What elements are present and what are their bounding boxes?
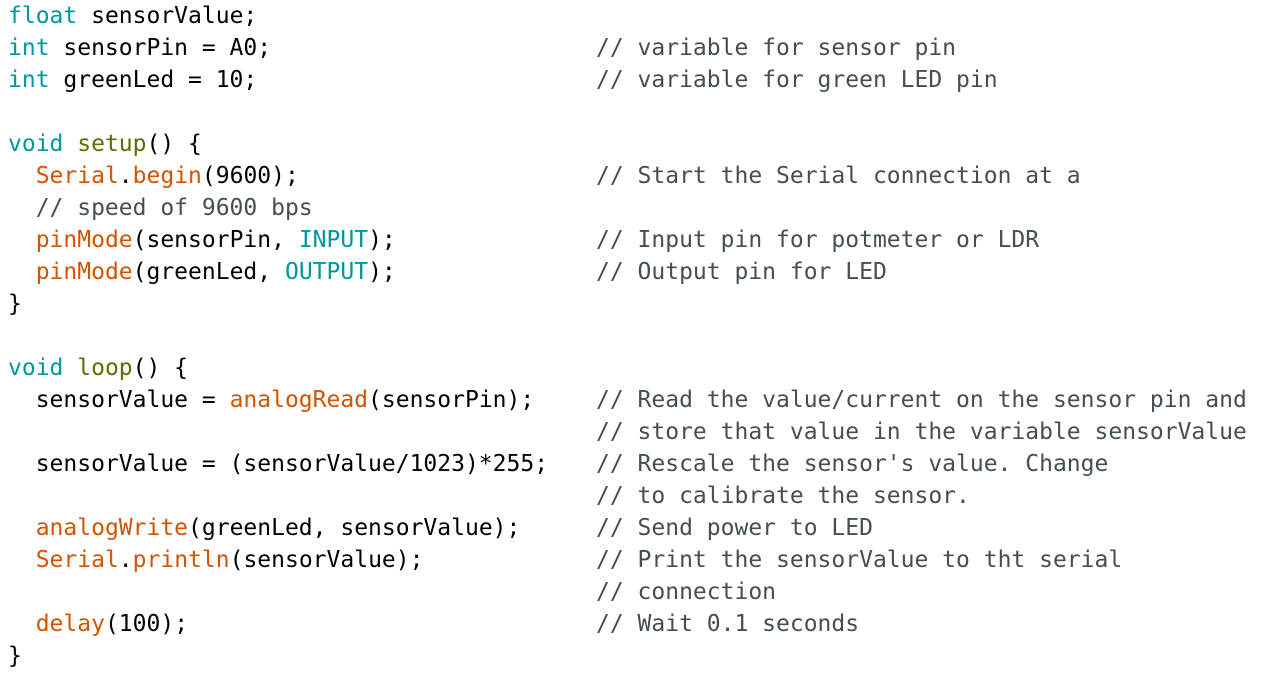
code-token: void xyxy=(8,355,64,381)
code-comment: // Wait 0.1 seconds xyxy=(596,611,860,637)
code-comment: // Send power to LED xyxy=(596,515,873,541)
code-token: (sensorValue); xyxy=(229,547,424,573)
code-comment: // Rescale the sensor's value. Change xyxy=(596,451,1109,477)
code-token: void xyxy=(8,131,64,157)
code-token: (100); xyxy=(104,611,189,637)
code-comment: // store that value in the variable sens… xyxy=(596,419,1247,445)
code-line[interactable]: Serial.begin(9600); // Start the Serial c… xyxy=(0,160,1278,192)
code-token: Serial xyxy=(35,163,119,189)
code-line[interactable]: int greenLed = 10; // variable for green … xyxy=(0,64,1278,96)
code-text: sensorValue = analogRead(sensorPin); xyxy=(8,384,535,416)
code-comment: // Input pin for potmeter or LDR xyxy=(596,227,1040,253)
code-token: sensorValue = xyxy=(8,387,230,413)
code-token: greenLed = 10; xyxy=(49,67,258,93)
code-token: int xyxy=(8,35,50,61)
code-comment: // to calibrate the sensor. xyxy=(596,483,970,509)
code-line[interactable]: } xyxy=(0,288,1278,320)
code-comment: // Read the value/current on the sensor … xyxy=(596,387,1247,413)
code-text: pinMode(greenLed, OUTPUT); xyxy=(8,256,396,288)
code-token: (sensorPin); xyxy=(368,387,535,413)
code-text: pinMode(sensorPin, INPUT); xyxy=(8,224,396,256)
code-token: (greenLed, sensorValue); xyxy=(188,515,521,541)
code-token: . xyxy=(118,163,133,189)
code-line[interactable]: sensorValue = (sensorValue/1023)*255; // … xyxy=(0,448,1278,480)
code-token: } xyxy=(8,643,22,669)
code-line[interactable]: void setup() { xyxy=(0,128,1278,160)
code-text: int sensorPin = A0; xyxy=(8,32,271,64)
code-editor[interactable]: float sensorValue; int sensorPin = A0;// … xyxy=(0,0,1278,690)
code-text: float sensorValue; xyxy=(8,0,257,32)
code-comment: // Start the Serial connection at a xyxy=(596,163,1081,189)
code-line[interactable]: } xyxy=(0,640,1278,672)
code-token: pinMode xyxy=(35,227,133,253)
code-comment: // variable for green LED pin xyxy=(596,67,998,93)
code-line[interactable] xyxy=(0,320,1278,352)
code-text: int greenLed = 10; xyxy=(8,64,257,96)
code-text: sensorValue = (sensorValue/1023)*255; xyxy=(8,448,548,480)
code-line[interactable]: // speed of 9600 bps xyxy=(0,192,1278,224)
code-line[interactable]: sensorValue = analogRead(sensorPin); // R… xyxy=(0,384,1278,416)
code-comment: // Print the sensorValue to tht serial xyxy=(596,547,1123,573)
code-token: INPUT xyxy=(298,227,369,253)
code-text: void loop() { xyxy=(8,352,188,384)
code-token: . xyxy=(118,547,133,573)
code-line[interactable] xyxy=(0,96,1278,128)
code-token: ); xyxy=(368,259,396,285)
code-line[interactable]: delay(100); // Wait 0.1 seconds xyxy=(0,608,1278,640)
code-token: float xyxy=(8,3,78,29)
code-token: delay xyxy=(35,611,105,637)
code-token: sensorPin = A0; xyxy=(49,35,272,61)
code-line[interactable]: // to calibrate the sensor. xyxy=(0,480,1278,512)
code-line[interactable]: // store that value in the variable sens… xyxy=(0,416,1278,448)
code-token: setup xyxy=(77,131,147,157)
code-token: // speed of 9600 bps xyxy=(8,195,313,221)
code-token: pinMode xyxy=(35,259,133,285)
code-text: } xyxy=(8,288,22,320)
code-token: analogWrite xyxy=(35,515,189,541)
code-token: () { xyxy=(132,355,189,381)
code-token: Serial xyxy=(35,547,119,573)
code-token: } xyxy=(8,291,22,317)
code-token: sensorValue = (sensorValue/1023)*255; xyxy=(8,451,549,477)
code-token: int xyxy=(8,67,50,93)
code-token: OUTPUT xyxy=(284,259,369,285)
code-text: delay(100); xyxy=(8,608,188,640)
code-line[interactable]: int sensorPin = A0; // variable for senso… xyxy=(0,32,1278,64)
code-text: analogWrite(greenLed, sensorValue); xyxy=(8,512,521,544)
code-line[interactable]: pinMode(sensorPin, INPUT); // Input pin f… xyxy=(0,224,1278,256)
code-token: () { xyxy=(146,131,202,157)
code-comment: // Output pin for LED xyxy=(596,259,887,285)
code-token: (sensorPin, xyxy=(132,227,299,253)
code-token: begin xyxy=(132,163,202,189)
code-line[interactable]: analogWrite(greenLed, sensorValue); // Se… xyxy=(0,512,1278,544)
code-line[interactable]: pinMode(greenLed, OUTPUT); // Output pin … xyxy=(0,256,1278,288)
code-text: Serial.begin(9600); xyxy=(8,160,299,192)
code-token: println xyxy=(132,547,230,573)
code-text: } xyxy=(8,640,22,672)
code-text: void setup() { xyxy=(8,128,202,160)
code-token: loop xyxy=(77,355,133,381)
code-token: (9600); xyxy=(201,163,299,189)
code-line[interactable]: float sensorValue; xyxy=(0,0,1278,32)
code-comment: // variable for sensor pin xyxy=(596,35,957,61)
code-line[interactable]: Serial.println(sensorValue); // Print the… xyxy=(0,544,1278,576)
code-token: sensorValue; xyxy=(77,3,258,29)
code-text: // speed of 9600 bps xyxy=(8,192,313,224)
code-line[interactable]: void loop() { xyxy=(0,352,1278,384)
code-line[interactable]: // connection xyxy=(0,576,1278,608)
code-token: (greenLed, xyxy=(132,259,285,285)
code-token: ); xyxy=(368,227,396,253)
code-token: analogRead xyxy=(229,387,369,413)
code-text: Serial.println(sensorValue); xyxy=(8,544,424,576)
code-comment: // connection xyxy=(596,579,777,605)
